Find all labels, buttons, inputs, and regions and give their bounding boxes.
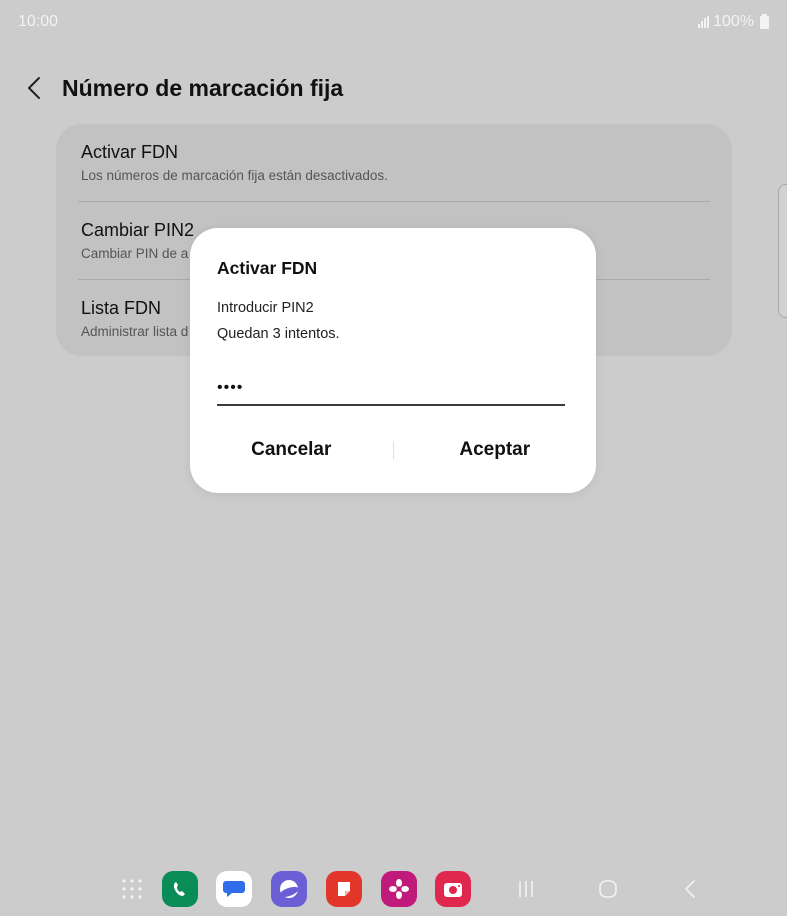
cancel-button[interactable]: Cancelar [190, 439, 393, 461]
taskbar [0, 866, 787, 914]
recents-icon [519, 881, 533, 897]
dialog-title: Activar FDN [217, 258, 318, 278]
home-button[interactable] [590, 871, 626, 907]
recent-apps-button[interactable] [508, 871, 544, 907]
pin-dialog: Activar FDN Introducir PIN2 Quedan 3 int… [190, 228, 596, 493]
apps-grid-button[interactable] [114, 871, 150, 907]
phone-icon [162, 871, 198, 907]
status-time: 10:00 [18, 13, 59, 30]
notes-icon [326, 871, 362, 907]
app-header: Número de marcación fija [22, 70, 343, 106]
setting-title: Activar FDN [81, 142, 179, 162]
notes-app[interactable] [326, 871, 362, 907]
back-arrow-icon [685, 880, 695, 898]
setting-title: Cambiar PIN2 [81, 220, 195, 240]
back-button[interactable] [22, 70, 46, 106]
battery-icon [760, 13, 769, 29]
setting-subtitle: Cambiar PIN de a [81, 246, 189, 261]
ok-button[interactable]: Aceptar [394, 439, 597, 461]
setting-activar-fdn[interactable]: Activar FDN Los números de marcación fij… [81, 124, 710, 202]
camera-icon [435, 871, 471, 907]
gallery-icon [381, 871, 417, 907]
page-title: Número de marcación fija [62, 74, 344, 101]
setting-subtitle: Los números de marcación fija están desa… [81, 168, 388, 183]
home-icon [599, 880, 617, 898]
back-nav-button[interactable] [672, 871, 708, 907]
battery-percent: 100% [713, 13, 754, 30]
setting-subtitle: Administrar lista d [81, 324, 189, 339]
gallery-app[interactable] [381, 871, 417, 907]
side-panel-handle[interactable] [778, 184, 787, 318]
internet-icon [271, 871, 307, 907]
dialog-prompt: Introducir PIN2 [217, 300, 314, 316]
status-bar: 10:00 100% [0, 0, 787, 44]
dialog-actions: Cancelar Aceptar [190, 428, 596, 472]
internet-app[interactable] [271, 871, 307, 907]
chevron-left-icon [28, 77, 40, 99]
setting-title: Lista FDN [81, 298, 162, 318]
messages-icon [216, 871, 252, 907]
phone-app[interactable] [162, 871, 198, 907]
signal-icon [698, 16, 710, 28]
messages-app[interactable] [216, 871, 252, 907]
apps-grid-icon [122, 879, 142, 899]
camera-app[interactable] [435, 871, 471, 907]
status-right: 100% [698, 13, 769, 31]
pin-input[interactable] [217, 368, 565, 406]
dialog-attempts: Quedan 3 intentos. [217, 326, 340, 342]
